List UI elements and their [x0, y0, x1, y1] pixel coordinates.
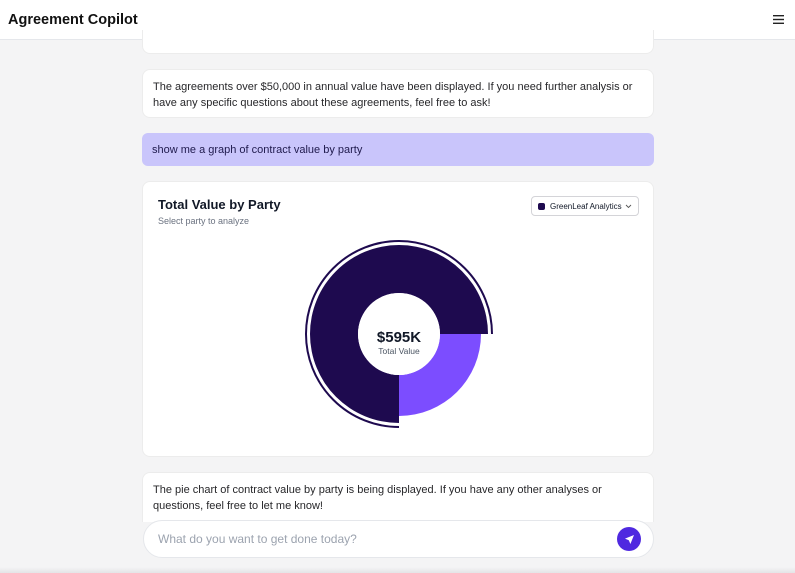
- user-message: show me a graph of contract value by par…: [142, 133, 654, 166]
- assistant-message: The pie chart of contract value by party…: [142, 472, 654, 522]
- app-title: Agreement Copilot: [8, 11, 138, 28]
- chat-input[interactable]: [158, 532, 617, 546]
- assistant-message: The agreements over $50,000 in annual va…: [142, 69, 654, 118]
- assistant-message-text: The pie chart of contract value by party…: [153, 484, 602, 512]
- previous-message-card: [142, 30, 654, 54]
- center-total-label: Total Value: [378, 346, 420, 356]
- chart-card: Total Value by Party Select party to ana…: [142, 181, 654, 457]
- hamburger-menu-icon: [772, 15, 784, 24]
- donut-chart: $595K Total Value: [305, 240, 493, 428]
- send-arrow-icon: [624, 534, 634, 544]
- send-button[interactable]: [617, 527, 641, 551]
- assistant-message-text: The agreements over $50,000 in annual va…: [153, 81, 633, 109]
- user-message-text: show me a graph of contract value by par…: [152, 143, 363, 156]
- chat-input-bar: [143, 520, 654, 558]
- menu-button[interactable]: [769, 11, 787, 29]
- center-total-value: $595K: [377, 329, 421, 346]
- bottom-edge: [0, 567, 795, 573]
